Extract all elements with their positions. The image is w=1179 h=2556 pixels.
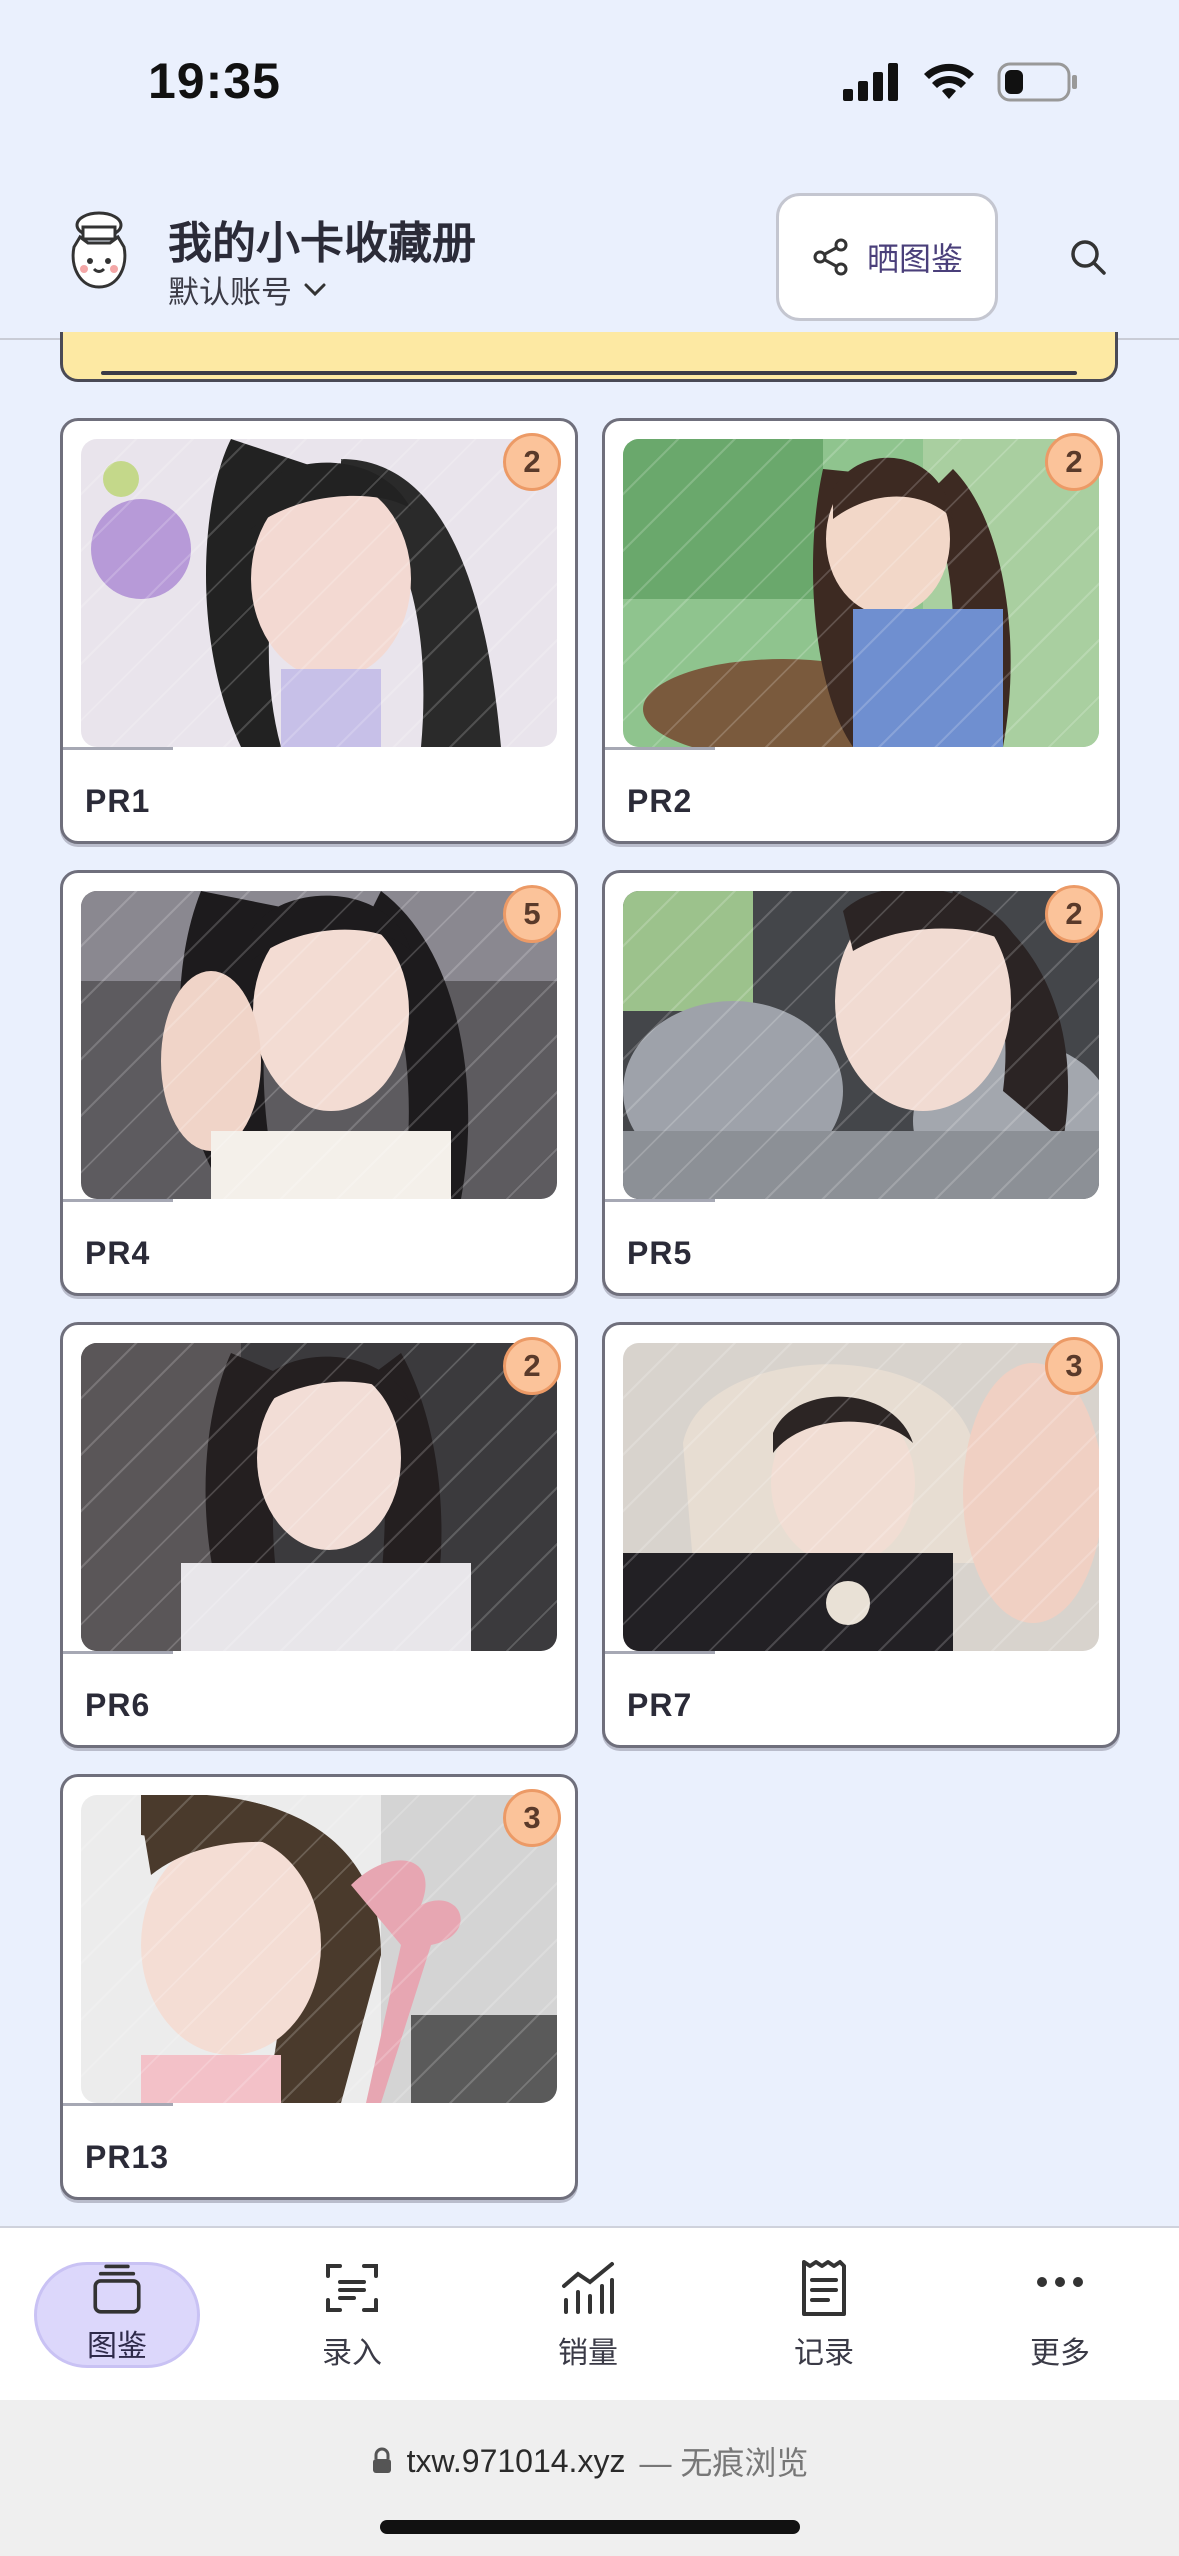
more-icon xyxy=(1037,2277,1083,2287)
count-badge: 3 xyxy=(503,1789,561,1847)
chart-icon xyxy=(562,2262,614,2314)
nav-item-input[interactable]: 录入 xyxy=(262,2250,442,2380)
stack-icon xyxy=(93,2264,141,2314)
card-divider xyxy=(63,1651,173,1654)
card-label: PR1 xyxy=(85,783,151,819)
app-header: 我的小卡收藏册 默认账号 晒图鉴 xyxy=(0,175,1179,340)
count-badge: 2 xyxy=(503,1337,561,1395)
status-icons xyxy=(843,62,1079,102)
scan-icon xyxy=(326,2264,378,2312)
share-icon xyxy=(813,238,848,276)
card-photo xyxy=(81,891,557,1199)
card-pr4[interactable]: 5 PR4 xyxy=(60,870,578,1296)
count-badge: 2 xyxy=(503,433,561,491)
card-photo xyxy=(623,891,1099,1199)
chef-cat-logo xyxy=(71,211,127,289)
nav-label: 图鉴 xyxy=(87,2330,147,2363)
card-photo xyxy=(81,439,557,747)
nav-label: 更多 xyxy=(1030,2337,1090,2370)
nav-item-more[interactable]: 更多 xyxy=(970,2250,1150,2380)
chevron-down-icon xyxy=(304,283,326,296)
card-pr7[interactable]: 3 PR7 xyxy=(602,1322,1120,1748)
card-label: PR2 xyxy=(627,783,693,819)
private-mode-label: — 无痕浏览 xyxy=(639,2445,809,2481)
status-bar: 19:35 xyxy=(0,0,1179,175)
home-indicator[interactable] xyxy=(380,2520,800,2534)
share-label: 晒图鉴 xyxy=(866,241,963,277)
bottom-nav: 图鉴 录入 销量 记录 更多 xyxy=(0,2226,1179,2400)
nav-label: 销量 xyxy=(558,2337,618,2370)
notice-banner xyxy=(60,332,1118,382)
search-icon[interactable] xyxy=(1066,235,1110,279)
count-badge: 3 xyxy=(1045,1337,1103,1395)
count-badge: 5 xyxy=(503,885,561,943)
card-pr6[interactable]: 2 PR6 xyxy=(60,1322,578,1748)
banner-divider xyxy=(101,371,1077,375)
card-divider xyxy=(605,747,715,750)
card-pr13[interactable]: 3 PR13 xyxy=(60,1774,578,2200)
nav-label: 录入 xyxy=(322,2337,382,2370)
nav-item-sales[interactable]: 销量 xyxy=(498,2250,678,2380)
card-divider xyxy=(63,747,173,750)
nav-label: 记录 xyxy=(794,2337,854,2370)
card-label: PR7 xyxy=(627,1687,693,1723)
count-badge: 2 xyxy=(1045,885,1103,943)
card-label: PR6 xyxy=(85,1687,151,1723)
url-text: txw.971014.xyz xyxy=(406,2442,626,2479)
share-button[interactable]: 晒图鉴 xyxy=(776,193,998,321)
card-label: PR13 xyxy=(85,2139,170,2175)
card-pr2[interactable]: 2 PR2 xyxy=(602,418,1120,844)
card-pr1[interactable]: 2 PR1 xyxy=(60,418,578,844)
card-divider xyxy=(605,1651,715,1654)
card-photo xyxy=(81,1343,557,1651)
browser-bar: txw.971014.xyz — 无痕浏览 xyxy=(0,2400,1179,2556)
count-badge: 2 xyxy=(1045,433,1103,491)
signal-icon xyxy=(843,63,898,101)
lock-icon xyxy=(372,2447,391,2473)
card-divider xyxy=(63,2103,173,2106)
status-time: 19:35 xyxy=(148,53,281,109)
page-title: 我的小卡收藏册 xyxy=(168,219,476,268)
account-switcher[interactable]: 默认账号 xyxy=(168,267,328,312)
receipt-icon xyxy=(802,2260,846,2316)
card-photo xyxy=(81,1795,557,2103)
wifi-icon xyxy=(924,63,974,99)
card-photo xyxy=(623,439,1099,747)
battery-icon xyxy=(997,62,1077,102)
card-label: PR5 xyxy=(627,1235,693,1271)
card-pr5[interactable]: 2 PR5 xyxy=(602,870,1120,1296)
address-bar[interactable]: txw.971014.xyz — 无痕浏览 xyxy=(0,2438,1179,2484)
account-label: 默认账号 xyxy=(168,275,292,310)
card-divider xyxy=(63,1199,173,1202)
nav-item-records[interactable]: 记录 xyxy=(734,2250,914,2380)
card-label: PR4 xyxy=(85,1235,151,1271)
nav-item-gallery[interactable]: 图鉴 xyxy=(34,2262,200,2368)
card-photo xyxy=(623,1343,1099,1651)
card-divider xyxy=(605,1199,715,1202)
